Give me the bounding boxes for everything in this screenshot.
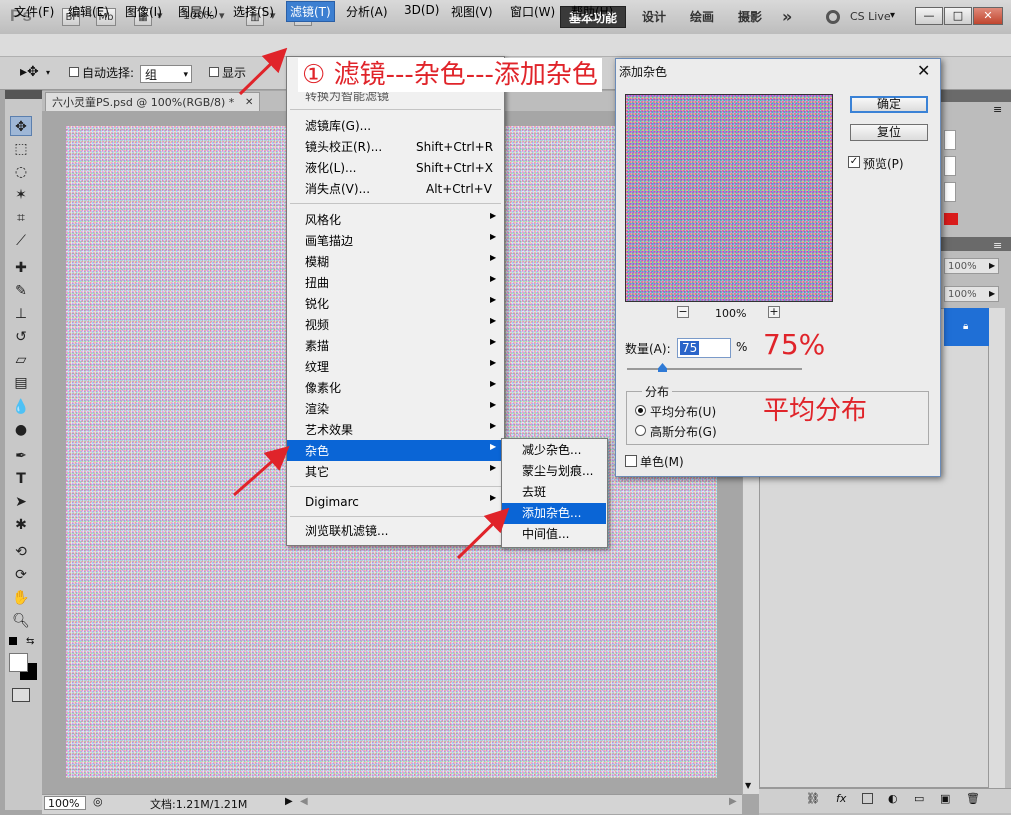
arrow-to-filter-menu <box>238 47 288 96</box>
annotation-arrows <box>233 47 510 560</box>
arrow-to-noise-item <box>233 446 290 497</box>
arrow-to-add-noise-item <box>456 507 510 560</box>
